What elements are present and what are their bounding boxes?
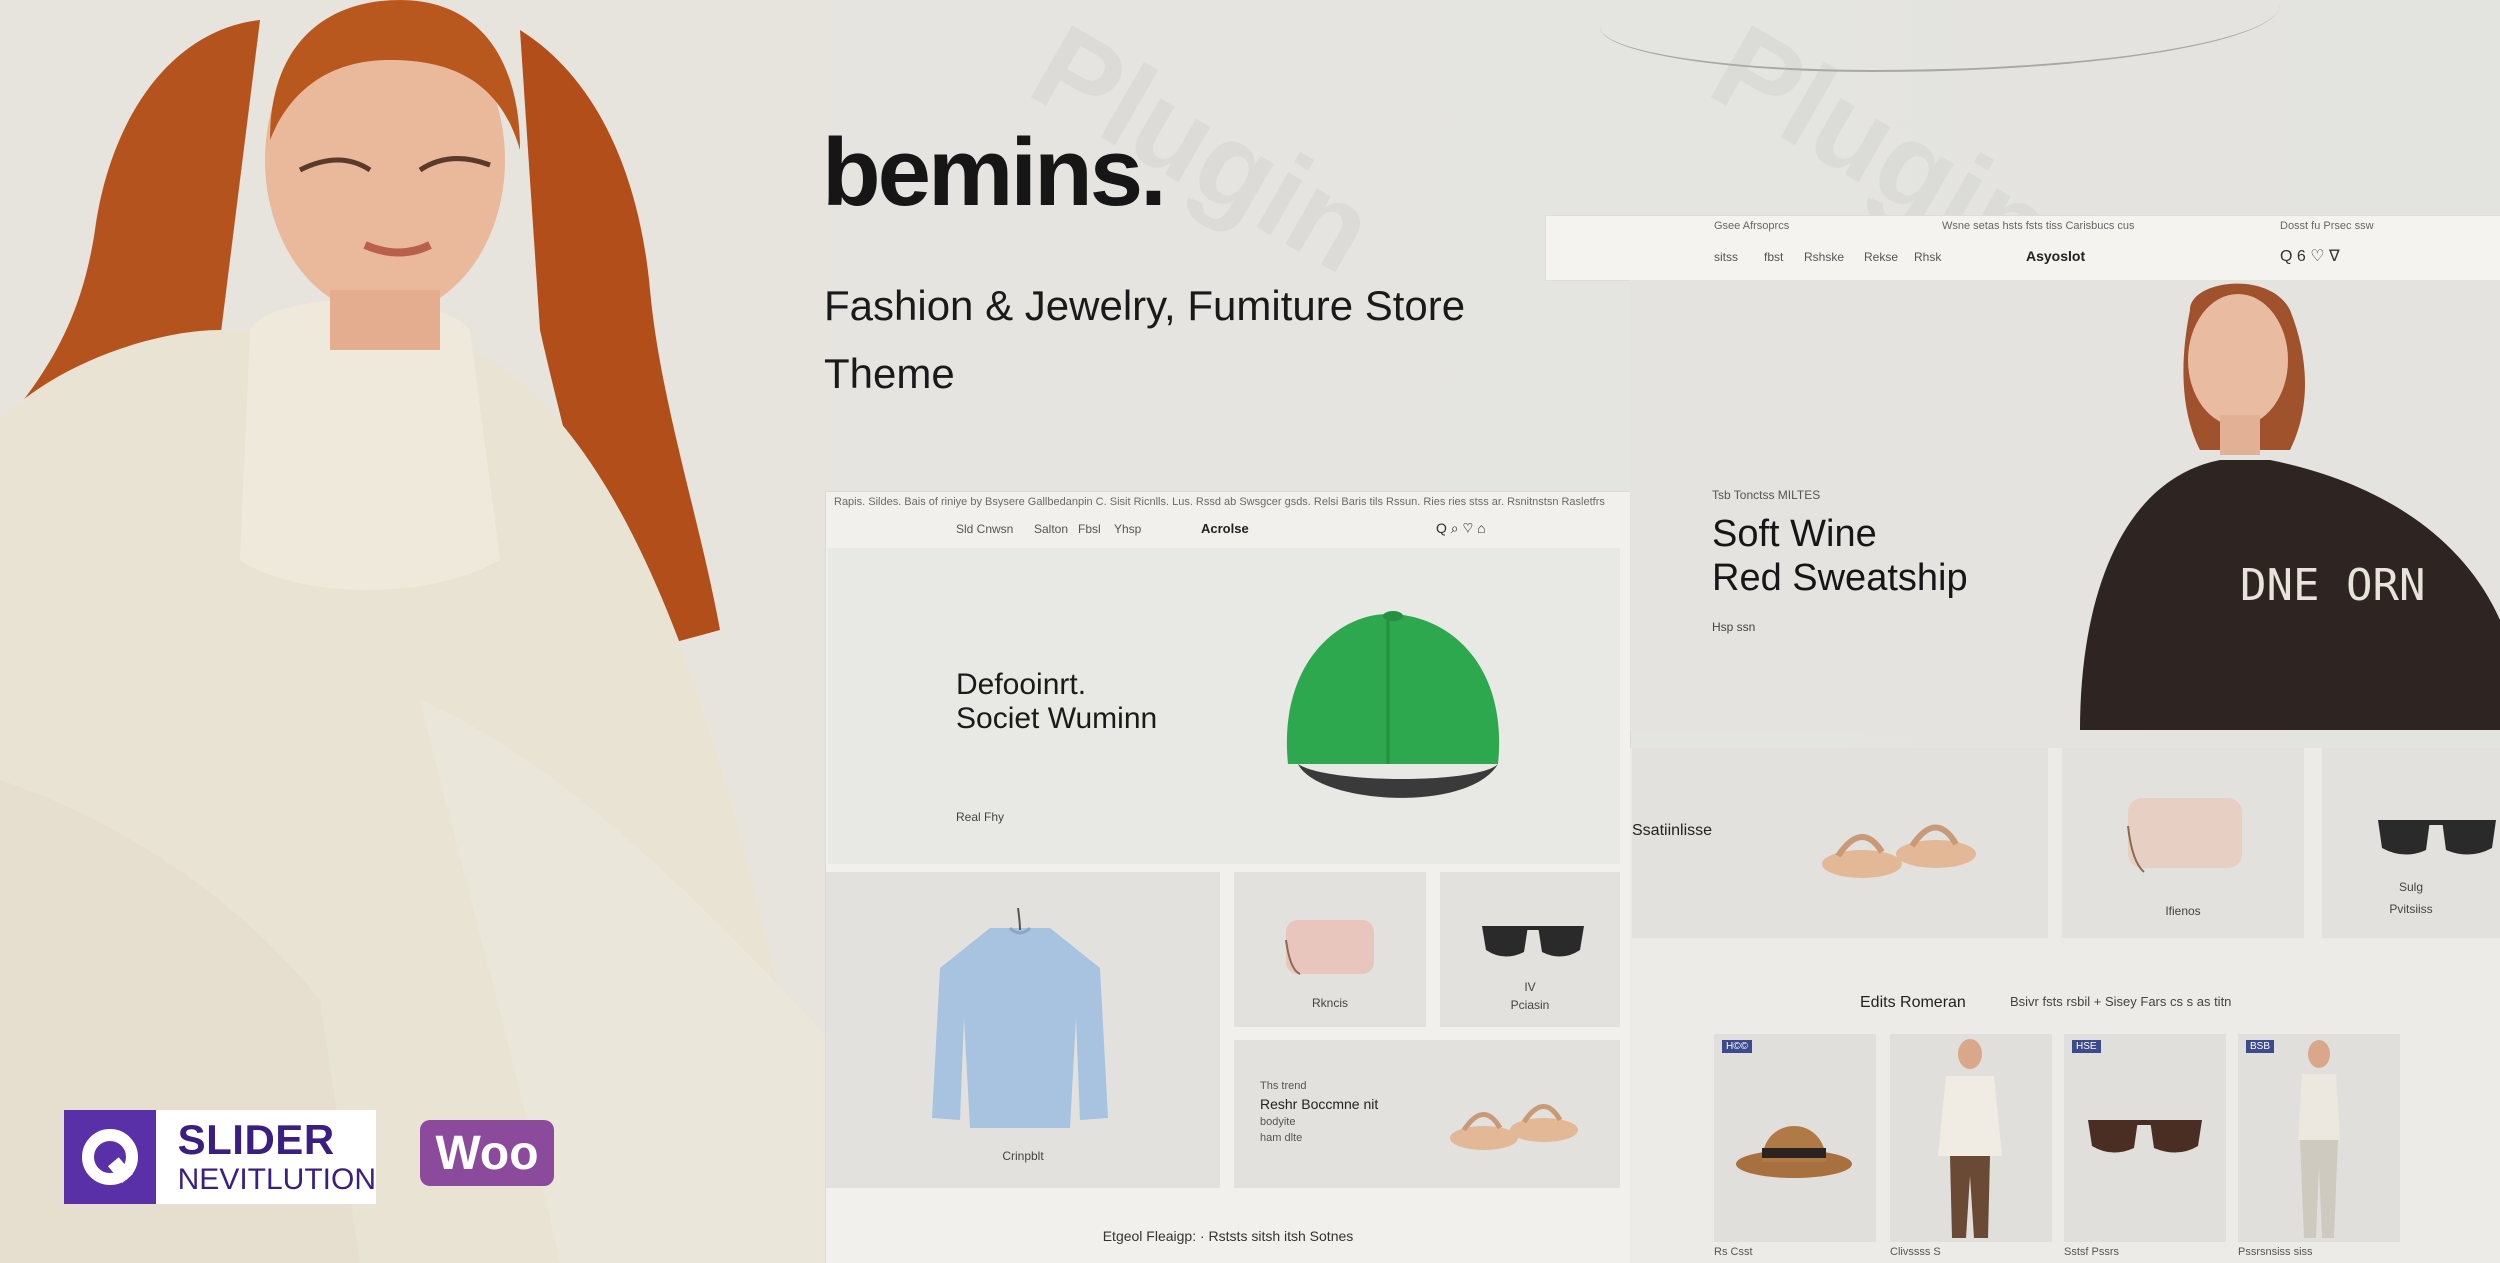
topbar-right: Dosst fu Prsec ssw bbox=[2280, 220, 2374, 232]
sunglasses-image bbox=[2378, 820, 2496, 855]
hero-title-line2: Societ Wuminn bbox=[956, 702, 1158, 735]
topbar-center: Wsne setas hsts fsts tiss Carisbucs cus bbox=[1942, 220, 2135, 232]
main-nav: Sld Cnwsn Salton Fbsl Yhsp Acrolse Q ⌕ ♡… bbox=[826, 514, 1630, 544]
nav-item[interactable]: Fbsl bbox=[1078, 522, 1101, 536]
sandals-image bbox=[1450, 1104, 1578, 1150]
sr-logo-line1: SLIDER bbox=[177, 1116, 335, 1163]
promo-tile[interactable]: Ths trend Reshr Boccmne nit bodyite ham … bbox=[1234, 1040, 1620, 1188]
promo-tile[interactable]: Ssatiinlisse bbox=[1632, 748, 2048, 938]
header-icons[interactable]: Q ⌕ ♡ ⌂ bbox=[1436, 520, 1486, 537]
hero-title-line1: Defooinrt. bbox=[956, 668, 1087, 701]
nav-item[interactable]: sitss bbox=[1714, 250, 1738, 264]
product-card[interactable] bbox=[1890, 1034, 2052, 1242]
product-tile[interactable]: Rkncis bbox=[1234, 872, 1426, 1027]
product-name[interactable]: Sstsf Pssrs bbox=[2064, 1246, 2119, 1258]
nav-item[interactable]: Yhsp bbox=[1114, 522, 1141, 536]
sandals-image bbox=[1822, 824, 1976, 878]
section-heading: Etgeol Fleaigp: · Rststs sitsh itsh Sotn… bbox=[1102, 1228, 1354, 1244]
section-title: Edits Romeran bbox=[1860, 994, 1966, 1011]
hero-title: Defooinrt. Societ Wuminn bbox=[956, 668, 1157, 736]
hero-cta-link[interactable]: Hsp ssn bbox=[1712, 620, 1755, 634]
store-logo[interactable]: Acrolse bbox=[1201, 521, 1249, 536]
woocommerce-logo: Woo bbox=[420, 1120, 554, 1186]
nav-item[interactable]: fbst bbox=[1764, 250, 1783, 264]
product-badge: H©© bbox=[1722, 1040, 1752, 1053]
theme-preview-home-1: Rapis. Sildes. Bais of riniye by Bsysere… bbox=[826, 492, 1630, 1263]
product-name[interactable]: Rs Csst bbox=[1714, 1246, 1753, 1258]
nav-item[interactable]: Salton bbox=[1034, 522, 1068, 536]
announcement-bar: Rapis. Sildes. Bais of riniye by Bsysere… bbox=[834, 496, 1605, 508]
decorative-curve bbox=[1600, 0, 2280, 72]
hero-title: Soft Wine Red Sweatship bbox=[1712, 512, 1968, 600]
theme-preview-collections: Ssatiinlisse Ifienos Sulg Pvitsiiss Edit… bbox=[1630, 748, 2500, 1263]
promo-text: bodyite bbox=[1260, 1116, 1296, 1128]
tile-label: Rkncis bbox=[1311, 996, 1348, 1010]
promo-banner: Plugin Plugin Plugin Plugin Plugin bemin… bbox=[0, 0, 2500, 1263]
hero-title-line1: Soft Wine bbox=[1712, 513, 1877, 555]
nav-item[interactable]: Sld Cnwsn bbox=[956, 522, 1013, 536]
section-tabs[interactable]: Bsivr fsts rsbil + Sisey Fars cs s as ti… bbox=[2010, 994, 2231, 1009]
sr-logo-line2: NEVITLUTION bbox=[177, 1163, 376, 1196]
product-card[interactable]: HSE bbox=[2064, 1034, 2226, 1242]
slider-revolution-logo: SLIDER NEVITLUTION bbox=[64, 1110, 376, 1204]
slider-revolution-icon bbox=[64, 1110, 156, 1204]
topbar-left: Gsee Afrsoprcs bbox=[1714, 220, 1790, 232]
product-name[interactable]: Clivssss S bbox=[1890, 1246, 1941, 1258]
model-outfit-image bbox=[2298, 1040, 2340, 1238]
sunglasses-image bbox=[2088, 1120, 2202, 1153]
product-tile[interactable]: IV Pciasin bbox=[1440, 872, 1620, 1027]
promo-text: ham dlte bbox=[1260, 1132, 1303, 1144]
theme-preview-header-2: Gsee Afrsoprcs Wsne setas hsts fsts tiss… bbox=[1546, 216, 2500, 280]
category-tile[interactable]: Sulg Pvitsiiss bbox=[2322, 748, 2500, 938]
pink-pouch-image bbox=[2127, 798, 2242, 873]
model-outfit-image bbox=[1938, 1039, 2002, 1238]
model-sweatshirt-image: DNE ORN bbox=[2080, 283, 2500, 730]
tile-sub: IV bbox=[1524, 980, 1536, 994]
tile-label: Pvitsiiss bbox=[2389, 902, 2433, 916]
nav-item[interactable]: Rhsk bbox=[1914, 250, 1941, 264]
nav-item[interactable]: Rshske bbox=[1804, 250, 1844, 264]
hat-image bbox=[1736, 1126, 1852, 1178]
category-tile[interactable]: Ifienos bbox=[2062, 748, 2304, 938]
hero-slide: Tsb Tonctss MILTES Soft Wine Red Sweatsh… bbox=[1630, 280, 2500, 730]
product-card[interactable]: BSB bbox=[2238, 1034, 2400, 1242]
nav-item[interactable]: Rekse bbox=[1864, 250, 1898, 264]
tile-sub: Sulg bbox=[2398, 880, 2424, 894]
hero-title-line2: Red Sweatship bbox=[1712, 557, 1968, 599]
hero-slide: Defooinrt. Societ Wuminn Real Fhy bbox=[828, 548, 1620, 864]
tile-label: Crinpblt bbox=[1002, 1149, 1044, 1163]
tile-label: Pciasin bbox=[1510, 998, 1550, 1012]
brand-tagline: Fashion & Jewelry, Fumiture Store Theme bbox=[824, 282, 1466, 397]
hero-model-photo bbox=[0, 0, 830, 1263]
blue-sweatshirt-image bbox=[932, 908, 1108, 1128]
promo-eyebrow: Ths trend bbox=[1260, 1080, 1307, 1092]
tile-label: Ifienos bbox=[2165, 904, 2201, 918]
store-logo[interactable]: Asyoslot bbox=[2026, 248, 2085, 264]
product-badge: BSB bbox=[2246, 1040, 2275, 1053]
svg-text:DNE ORN: DNE ORN bbox=[2240, 560, 2425, 611]
product-tile[interactable]: Crinpblt bbox=[826, 872, 1220, 1188]
product-card[interactable]: H©© bbox=[1714, 1034, 1876, 1242]
promo-title: Ssatiinlisse bbox=[1632, 822, 1713, 839]
hero-eyebrow: Tsb Tonctss MILTES bbox=[1712, 488, 1821, 502]
product-badge: HSE bbox=[2072, 1040, 2101, 1053]
promo-title: Reshr Boccmne nit bbox=[1260, 1096, 1379, 1112]
product-name[interactable]: Pssrsnsiss siss bbox=[2238, 1246, 2313, 1258]
brand-title: bemins. bbox=[822, 119, 1167, 226]
header-icons[interactable]: Q 6 ♡ ∇ bbox=[2280, 246, 2340, 266]
hero-cta-link[interactable]: Real Fhy bbox=[956, 810, 1004, 824]
sunglasses-image bbox=[1482, 926, 1584, 957]
green-cap-image bbox=[1286, 611, 1500, 798]
pink-pouch-image bbox=[1285, 920, 1374, 975]
